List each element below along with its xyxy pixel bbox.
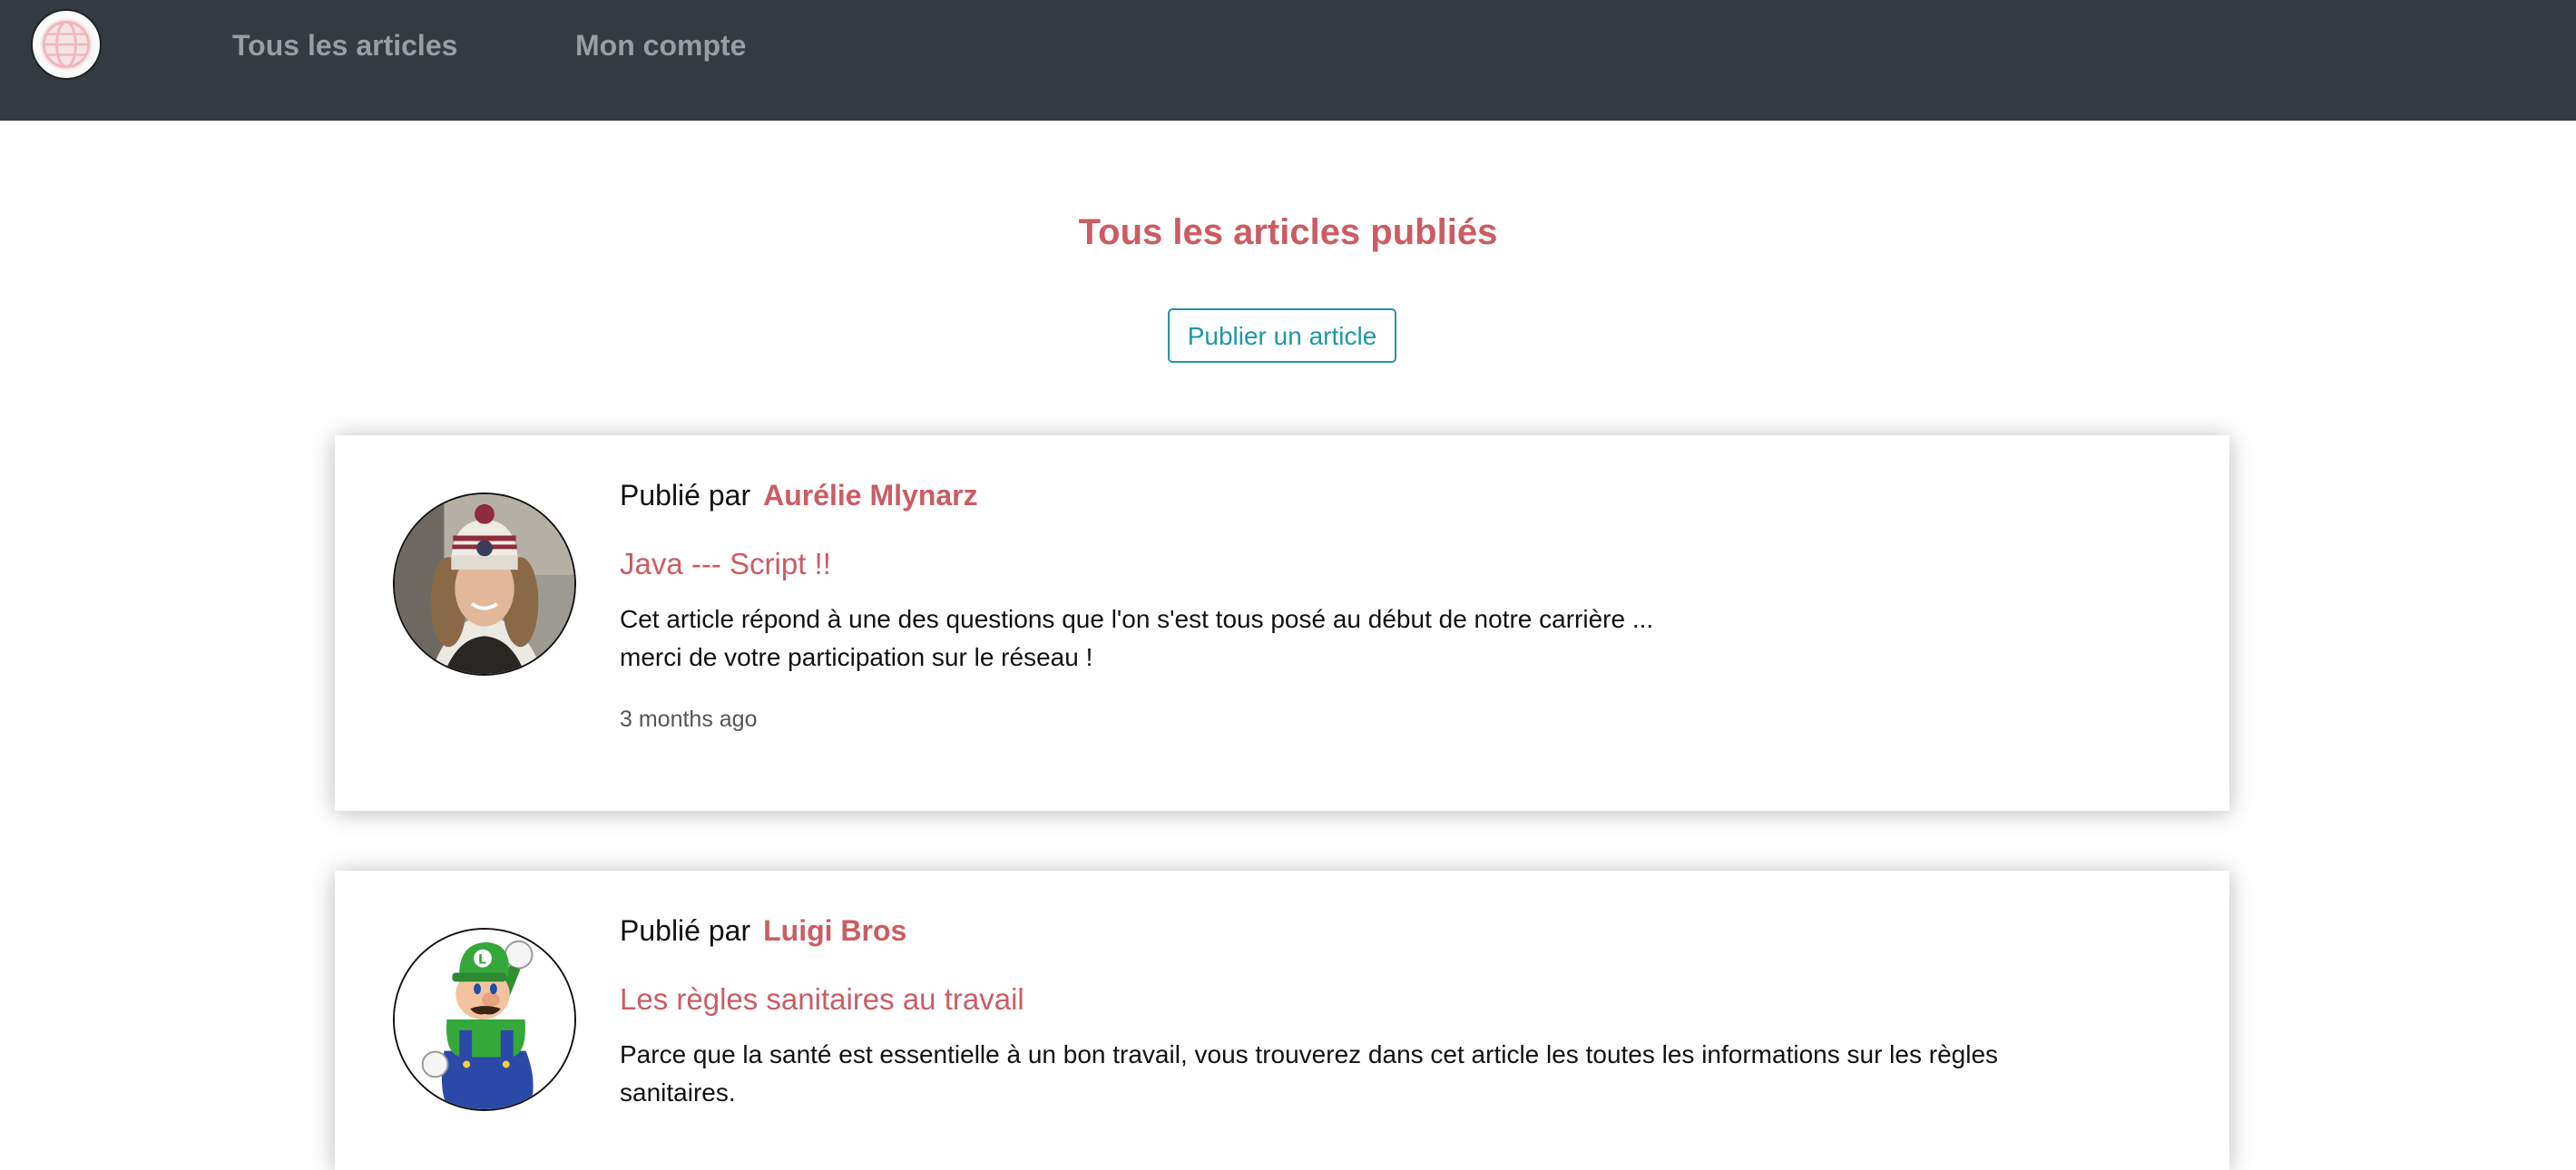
article-byline: Publié par Luigi Bros xyxy=(620,911,906,951)
article-timestamp: 3 months ago xyxy=(620,707,758,732)
article-excerpt: Parce que la santé est essentielle à un … xyxy=(620,1036,2180,1112)
svg-text:L: L xyxy=(478,953,486,968)
byline-prefix: Publié par xyxy=(620,479,751,512)
excerpt-line: Parce que la santé est essentielle à un … xyxy=(620,1040,1999,1068)
author-link[interactable]: Luigi Bros xyxy=(763,914,906,947)
top-navbar: Tous les articles Mon compte xyxy=(0,0,2576,121)
page-title: Tous les articles publiés xyxy=(1078,212,1498,252)
publish-article-button[interactable]: Publier un article xyxy=(1168,308,1396,363)
article-title-link[interactable]: Java --- Script !! xyxy=(620,544,831,584)
article-byline: Publié par Aurélie Mlynarz xyxy=(620,475,978,515)
article-title-link[interactable]: Les règles sanitaires au travail xyxy=(620,980,1024,1019)
article-excerpt: Cet article répond à une des questions q… xyxy=(620,600,2180,677)
byline-prefix: Publié par xyxy=(620,914,751,947)
article-card: Publié par Aurélie Mlynarz Java --- Scrip… xyxy=(335,435,2229,811)
author-avatar[interactable]: L xyxy=(393,928,576,1111)
nav-link-my-account[interactable]: Mon compte xyxy=(575,27,746,63)
globe-icon[interactable] xyxy=(31,9,102,80)
excerpt-line: merci de votre participation sur le rése… xyxy=(620,643,1093,671)
author-avatar[interactable] xyxy=(393,492,576,676)
excerpt-line: Cet article répond à une des questions q… xyxy=(620,605,1654,633)
article-card: L Publié par Luigi Bros Les règles sanita… xyxy=(335,871,2229,1170)
author-link[interactable]: Aurélie Mlynarz xyxy=(763,479,978,512)
excerpt-line: sanitaires. xyxy=(620,1078,736,1107)
nav-link-all-articles[interactable]: Tous les articles xyxy=(232,27,457,63)
